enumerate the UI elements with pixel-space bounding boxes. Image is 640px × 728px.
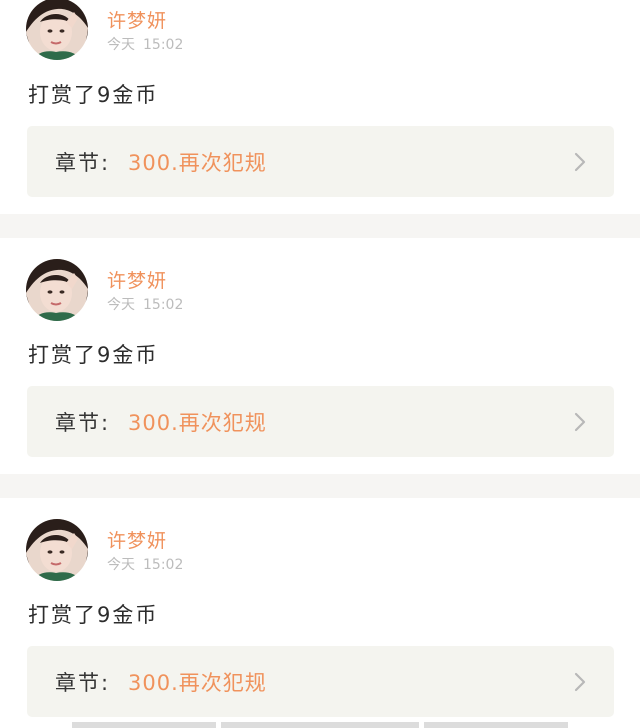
entry-separator — [0, 474, 640, 498]
chapter-title: 300.再次犯规 — [128, 411, 267, 435]
reward-entry: 许梦妍 今天 15:02 打赏了9金币 章节: 300.再次犯规 — [0, 498, 640, 717]
user-name[interactable]: 许梦妍 — [107, 266, 167, 293]
avatar-photo-icon — [26, 519, 88, 581]
chevron-right-icon — [574, 672, 586, 692]
timestamp: 今天 15:02 — [107, 554, 191, 574]
chapter-label: 章节: — [55, 151, 111, 175]
avatar[interactable] — [26, 259, 88, 321]
timestamp-day: 今天 — [107, 297, 135, 313]
bottom-bar-segment — [424, 722, 568, 728]
chevron-right-icon — [574, 152, 586, 172]
timestamp: 今天 15:02 — [107, 34, 191, 54]
reward-message: 打赏了9金币 — [28, 83, 159, 107]
chapter-label: 章节: — [55, 411, 111, 435]
bottom-bar-segment — [72, 722, 216, 728]
avatar-photo-icon — [26, 259, 88, 321]
entry-separator — [0, 214, 640, 238]
user-name[interactable]: 许梦妍 — [107, 6, 167, 33]
chapter-link[interactable]: 章节: 300.再次犯规 — [27, 646, 614, 717]
avatar[interactable] — [26, 519, 88, 581]
reward-message: 打赏了9金币 — [28, 603, 159, 627]
avatar-photo-icon — [26, 0, 88, 60]
chapter-title: 300.再次犯规 — [128, 151, 267, 175]
timestamp: 今天 15:02 — [107, 294, 191, 314]
reward-entry: 许梦妍 今天 15:02 打赏了9金币 章节: 300.再次犯规 — [0, 0, 640, 214]
timestamp-time: 15:02 — [143, 297, 184, 313]
chapter-link[interactable]: 章节: 300.再次犯规 — [27, 126, 614, 197]
chapter-title: 300.再次犯规 — [128, 671, 267, 695]
avatar[interactable] — [26, 0, 88, 60]
timestamp-day: 今天 — [107, 557, 135, 573]
reward-feed: 许梦妍 今天 15:02 打赏了9金币 章节: 300.再次犯规 许梦妍 今天 … — [0, 0, 640, 728]
chapter-label: 章节: — [55, 671, 111, 695]
timestamp-time: 15:02 — [143, 557, 184, 573]
bottom-bar-segment — [221, 722, 419, 728]
chapter-link[interactable]: 章节: 300.再次犯规 — [27, 386, 614, 457]
timestamp-day: 今天 — [107, 37, 135, 53]
chevron-right-icon — [574, 412, 586, 432]
reward-message: 打赏了9金币 — [28, 343, 159, 367]
timestamp-time: 15:02 — [143, 37, 184, 53]
reward-entry: 许梦妍 今天 15:02 打赏了9金币 章节: 300.再次犯规 — [0, 238, 640, 457]
user-name[interactable]: 许梦妍 — [107, 526, 167, 553]
